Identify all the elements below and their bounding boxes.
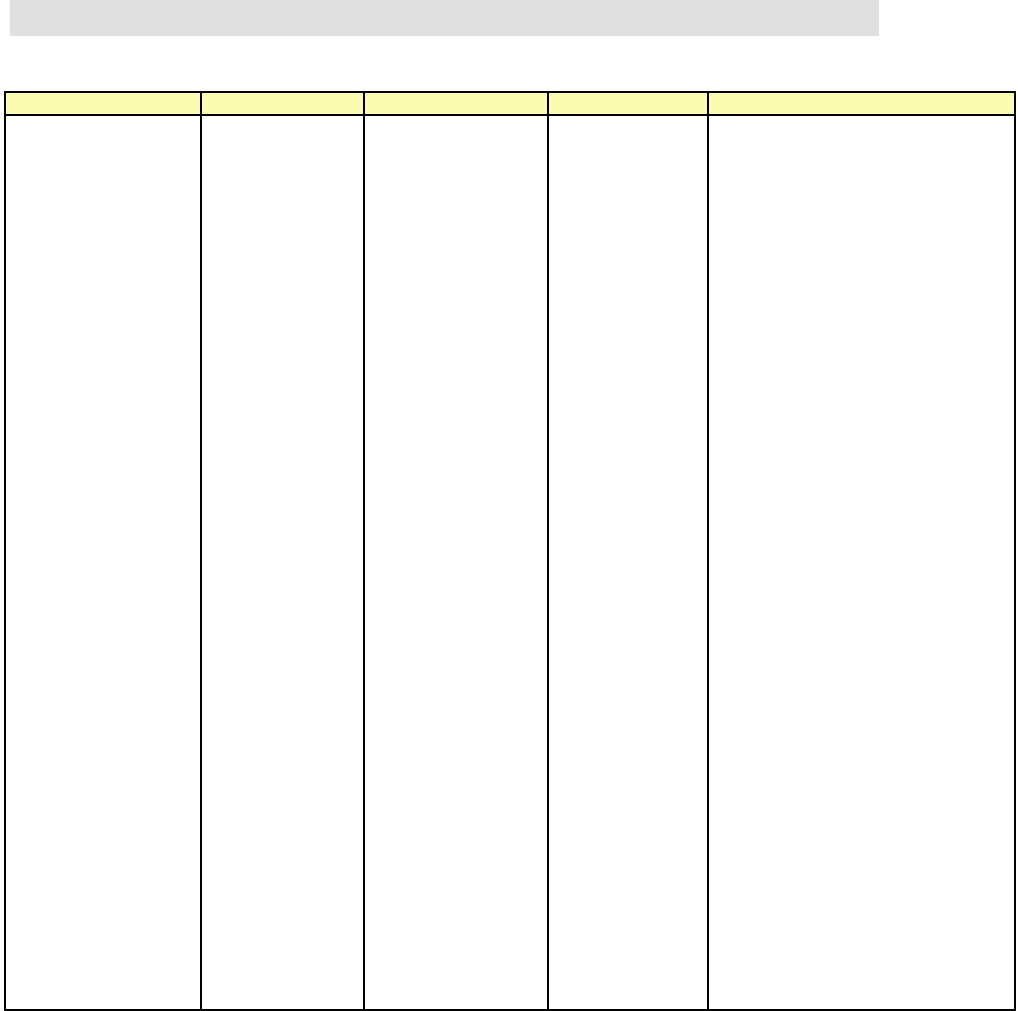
page — [0, 0, 1018, 1011]
table-header-cell — [5, 92, 201, 115]
table-header-cell — [364, 92, 548, 115]
table-header-cell — [201, 92, 364, 115]
table-header-row — [5, 92, 1015, 115]
table-cell — [201, 115, 364, 1010]
data-table — [4, 91, 1016, 1011]
table-header-cell — [708, 92, 1015, 115]
top-bar — [10, 0, 879, 36]
table-cell — [5, 115, 201, 1010]
table-row — [5, 115, 1015, 1010]
table-cell — [548, 115, 708, 1010]
table-cell — [364, 115, 548, 1010]
table-header-cell — [548, 92, 708, 115]
table-cell — [708, 115, 1015, 1010]
table-container — [4, 91, 1014, 1011]
